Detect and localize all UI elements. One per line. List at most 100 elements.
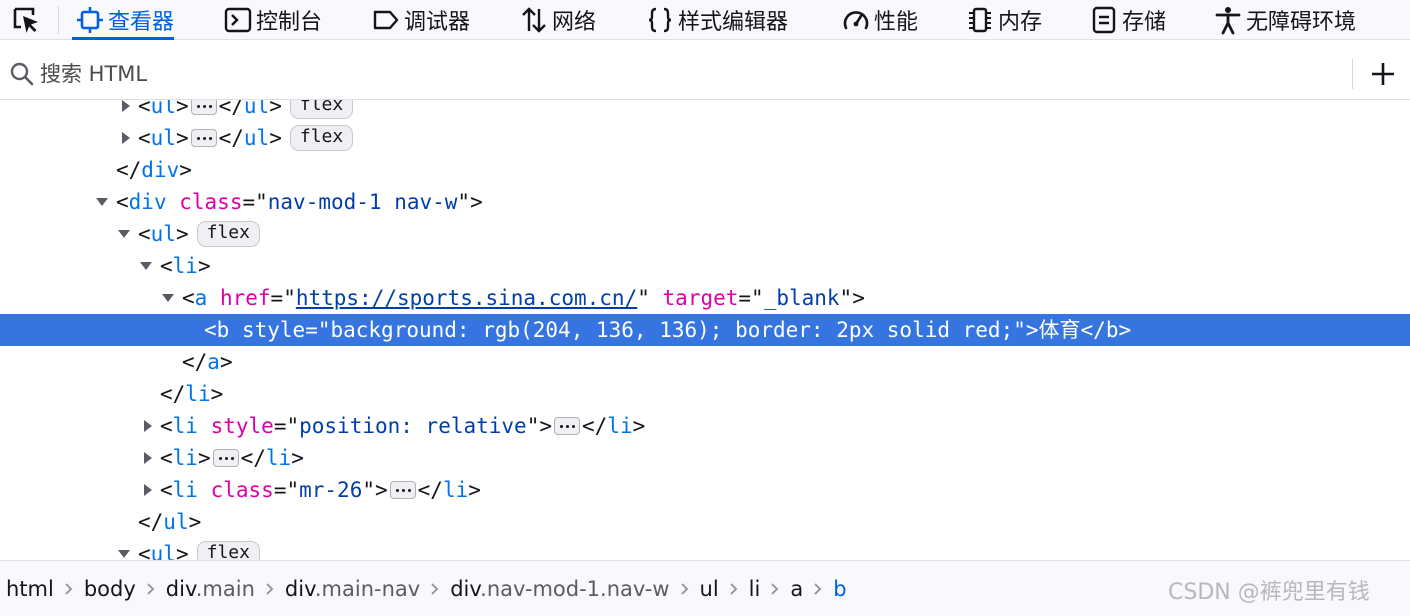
markup-node-row[interactable]: <li class="mr-26"> </li>: [0, 474, 1410, 506]
tab-accessibility[interactable]: 无障碍环境: [1210, 0, 1356, 40]
markup-punctuation: ">: [362, 478, 388, 502]
node-markup: <a href="https://sports.sina.com.cn/" ta…: [182, 282, 865, 314]
markup-punctuation: >: [175, 100, 189, 118]
breadcrumb-item-body[interactable]: body: [84, 577, 136, 601]
markup-punctuation: =": [242, 190, 268, 214]
tag-name: li: [607, 414, 633, 438]
expand-arrow-right-icon[interactable]: [140, 474, 156, 506]
attribute-value: nav-mod-1 nav-w: [267, 190, 458, 214]
markup-node-row[interactable]: <li> </li>: [0, 442, 1410, 474]
markup-punctuation: ">: [839, 286, 865, 310]
search-html-input[interactable]: [40, 58, 1340, 90]
tag-name: li: [185, 382, 211, 406]
markup-tree: <ul> </ul> flex <ul> </ul> flex </div> <div cla…: [0, 100, 1410, 560]
markup-punctuation: </: [160, 382, 186, 406]
tag-name: li: [172, 414, 198, 438]
markup-punctuation: >: [175, 222, 189, 246]
tab-label: 无障碍环境: [1246, 10, 1357, 35]
html-search-bar: [0, 48, 1410, 100]
tab-network[interactable]: 网络: [516, 0, 596, 40]
markup-node-row[interactable]: <ul> </ul> flex: [0, 122, 1410, 154]
expand-arrow-down-icon[interactable]: [160, 282, 176, 314]
element-picker-button[interactable]: [6, 3, 46, 37]
markup-punctuation: =": [273, 414, 300, 438]
markup-node-row[interactable]: <ul> flex: [0, 218, 1410, 250]
breadcrumb-separator-chevron-icon: [803, 582, 833, 596]
breadcrumb-item-b[interactable]: b: [833, 577, 846, 601]
breadcrumb-tag: b: [833, 576, 847, 601]
breadcrumb-class: .main-nav: [314, 576, 421, 601]
markup-node-row[interactable]: <li>: [0, 250, 1410, 282]
attribute-value: _blank: [763, 286, 840, 310]
attribute-link[interactable]: https://sports.sina.com.cn/: [296, 286, 637, 310]
markup-node-row[interactable]: <ul> flex: [0, 538, 1410, 560]
flex-badge[interactable]: flex: [289, 124, 354, 151]
selected-node-row[interactable]: <b style="background: rgb(204, 136, 136)…: [0, 314, 1410, 346]
tag-name: ul: [243, 100, 270, 118]
flex-badge[interactable]: flex: [289, 100, 354, 119]
tab-debugger[interactable]: 调试器: [368, 0, 470, 40]
expand-arrow-down-icon[interactable]: [116, 538, 132, 560]
expand-arrow-down-icon[interactable]: [138, 250, 154, 282]
breadcrumb-class: .main: [195, 576, 255, 601]
flex-badge[interactable]: flex: [196, 220, 260, 247]
add-node-button[interactable]: [1366, 57, 1400, 91]
attribute-name: style: [210, 414, 274, 438]
breadcrumb-item-div[interactable]: div.main-nav: [285, 577, 420, 601]
markup-node-row[interactable]: </li>: [0, 378, 1410, 410]
breadcrumb-separator-chevron-icon: [719, 582, 749, 596]
tab-inspector[interactable]: 查看器: [72, 0, 175, 40]
expand-arrow-right-icon[interactable]: [140, 410, 156, 442]
tab-label: 性能: [874, 10, 919, 35]
markup-punctuation: =": [305, 318, 331, 342]
breadcrumb-separator-chevron-icon: [136, 582, 166, 596]
markup-punctuation: <: [160, 254, 173, 278]
attribute-name: target: [662, 286, 739, 310]
markup-punctuation: <: [160, 414, 173, 438]
collapsed-children-ellipsis-icon[interactable]: [554, 416, 580, 435]
breadcrumb-item-div[interactable]: div.main: [166, 577, 255, 601]
tab-console[interactable]: 控制台: [220, 0, 322, 40]
markup-punctuation: >: [632, 414, 646, 438]
flex-badge[interactable]: flex: [196, 540, 260, 560]
breadcrumb-item-ul[interactable]: ul: [700, 577, 719, 601]
breadcrumb-item-a[interactable]: a: [790, 577, 803, 601]
markup-punctuation: ">: [1013, 318, 1039, 342]
expand-arrow-down-icon[interactable]: [94, 186, 110, 218]
attribute-value: mr-26: [299, 478, 363, 502]
markup-punctuation: </: [218, 126, 244, 150]
tab-memory[interactable]: 内存: [962, 0, 1042, 40]
collapsed-children-ellipsis-icon[interactable]: [190, 100, 217, 115]
markup-punctuation: >: [197, 254, 211, 278]
expand-arrow-right-icon[interactable]: [140, 442, 156, 474]
markup-node-row[interactable]: <div class="nav-mod-1 nav-w">: [0, 186, 1410, 218]
collapsed-children-ellipsis-icon[interactable]: [389, 480, 416, 499]
node-markup: </a>: [182, 346, 233, 378]
tab-storage[interactable]: 存储: [1086, 0, 1166, 40]
expand-arrow-right-icon[interactable]: [118, 100, 134, 122]
markup-node-row[interactable]: </ul>: [0, 506, 1410, 538]
node-markup: <ul> flex: [138, 538, 260, 560]
expand-arrow-down-icon[interactable]: [116, 218, 132, 250]
attribute-name: style: [241, 318, 306, 342]
markup-node-row[interactable]: </a>: [0, 346, 1410, 378]
breadcrumb-item-li[interactable]: li: [749, 577, 761, 601]
markup-node-row[interactable]: <li style="position: relative"> </li>: [0, 410, 1410, 442]
expand-arrow-right-icon[interactable]: [118, 122, 134, 154]
markup-node-row[interactable]: <ul> </ul> flex: [0, 100, 1410, 122]
breadcrumb-tag: html: [6, 576, 54, 601]
collapsed-children-ellipsis-icon[interactable]: [212, 448, 239, 467]
collapsed-children-ellipsis-icon[interactable]: [190, 128, 217, 147]
markup-node-row[interactable]: </div>: [0, 154, 1410, 186]
markup-node-row[interactable]: <a href="https://sports.sina.com.cn/" ta…: [0, 282, 1410, 314]
markup-punctuation: <: [138, 100, 151, 118]
tab-label: 调试器: [404, 10, 471, 35]
breadcrumb-separator-chevron-icon: [670, 582, 700, 596]
node-markup: <b style="background: rgb(204, 136, 136)…: [204, 314, 1131, 346]
tab-performance[interactable]: 性能: [838, 0, 918, 40]
breadcrumb-tag: div: [450, 576, 481, 601]
markup-punctuation: </: [182, 350, 208, 374]
breadcrumb-item-html[interactable]: html: [6, 577, 54, 601]
tab-style-editor[interactable]: 样式编辑器: [642, 0, 788, 40]
breadcrumb-item-div[interactable]: div.nav-mod-1.nav-w: [450, 577, 669, 601]
